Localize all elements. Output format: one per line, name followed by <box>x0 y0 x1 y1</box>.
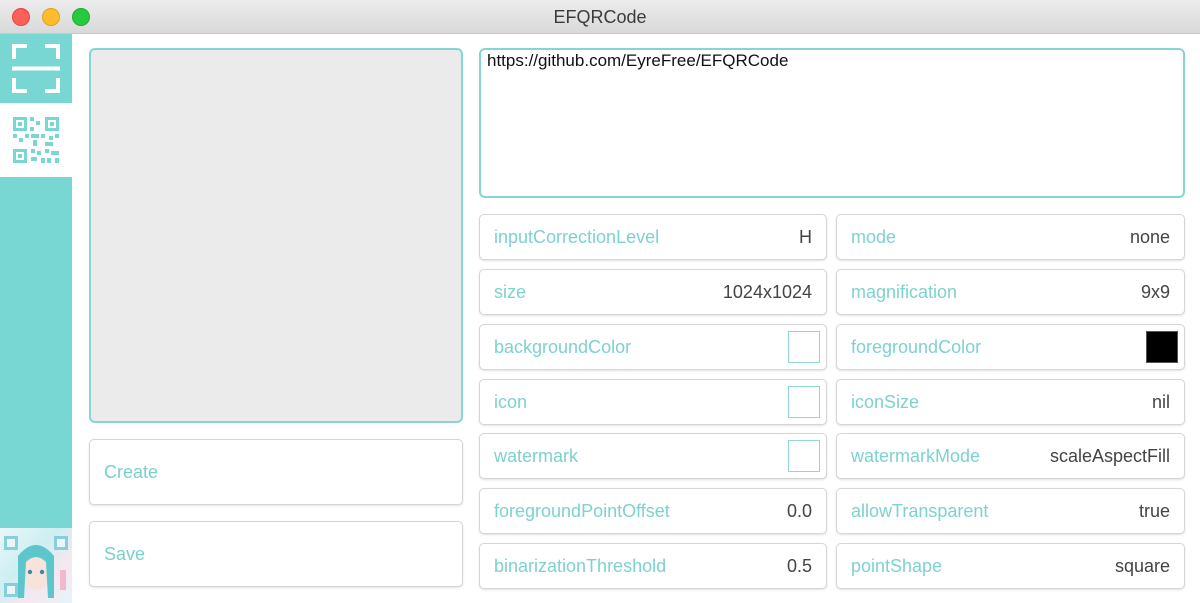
param-input-correction-level[interactable]: inputCorrectionLevel H <box>479 214 827 260</box>
param-label: binarizationThreshold <box>494 556 667 576</box>
param-size[interactable]: size 1024x1024 <box>479 269 827 315</box>
param-foreground-point-offset[interactable]: foregroundPointOffset 0.0 <box>479 488 827 534</box>
save-button[interactable]: Save <box>89 521 463 587</box>
param-magnification[interactable]: magnification 9x9 <box>836 269 1185 315</box>
param-value: 0.5 <box>786 556 812 576</box>
param-value: 0.0 <box>786 501 812 521</box>
param-label: watermark <box>494 446 579 466</box>
param-icon-size[interactable]: iconSize nil <box>836 379 1185 425</box>
param-watermark-mode[interactable]: watermarkMode scaleAspectFill <box>836 433 1185 479</box>
param-label: magnification <box>851 282 958 302</box>
param-label: watermarkMode <box>851 446 981 466</box>
scan-icon <box>12 44 60 93</box>
qrcode-icon <box>13 117 59 163</box>
sidebar <box>0 34 72 603</box>
anime-qrcode-thumbnail-icon <box>4 536 68 598</box>
param-value: 9x9 <box>1140 282 1170 302</box>
param-label: iconSize <box>851 392 920 412</box>
param-value: nil <box>1151 392 1170 412</box>
param-icon[interactable]: icon <box>479 379 827 425</box>
sidebar-item-scan[interactable] <box>0 34 72 103</box>
create-button[interactable]: Create <box>89 439 463 505</box>
sidebar-item-generator[interactable] <box>0 103 72 177</box>
param-mode[interactable]: mode none <box>836 214 1185 260</box>
title-bar: EFQRCode <box>0 0 1200 34</box>
param-value: 1024x1024 <box>722 282 812 302</box>
param-background-color[interactable]: backgroundColor <box>479 324 827 370</box>
param-label: inputCorrectionLevel <box>494 227 660 247</box>
app-window: EFQRCode Create Save https://github.com/… <box>0 0 1200 603</box>
param-label: allowTransparent <box>851 501 989 521</box>
param-label: foregroundPointOffset <box>494 501 670 521</box>
watermark-thumbnail[interactable] <box>0 528 72 603</box>
param-value: none <box>1129 227 1170 247</box>
qrcode-preview <box>89 48 463 423</box>
param-label: backgroundColor <box>494 337 632 357</box>
window-title: EFQRCode <box>553 7 647 27</box>
param-value: scaleAspectFill <box>1049 446 1170 466</box>
foreground-color-swatch[interactable] <box>1146 331 1178 363</box>
param-label: pointShape <box>851 556 943 576</box>
param-label: size <box>494 282 527 302</box>
param-foreground-color[interactable]: foregroundColor <box>836 324 1185 370</box>
param-binarization-threshold[interactable]: binarizationThreshold 0.5 <box>479 543 827 589</box>
content-input[interactable]: https://github.com/EyreFree/EFQRCode <box>479 48 1185 198</box>
param-label: icon <box>494 392 528 412</box>
param-watermark[interactable]: watermark <box>479 433 827 479</box>
icon-image-well[interactable] <box>788 386 820 418</box>
background-color-swatch[interactable] <box>788 331 820 363</box>
param-label: mode <box>851 227 897 247</box>
param-label: foregroundColor <box>851 337 982 357</box>
param-point-shape[interactable]: pointShape square <box>836 543 1185 589</box>
watermark-image-well[interactable] <box>788 440 820 472</box>
param-value: square <box>1114 556 1170 576</box>
param-value: H <box>799 227 812 247</box>
param-value: true <box>1138 501 1170 521</box>
param-allow-transparent[interactable]: allowTransparent true <box>836 488 1185 534</box>
